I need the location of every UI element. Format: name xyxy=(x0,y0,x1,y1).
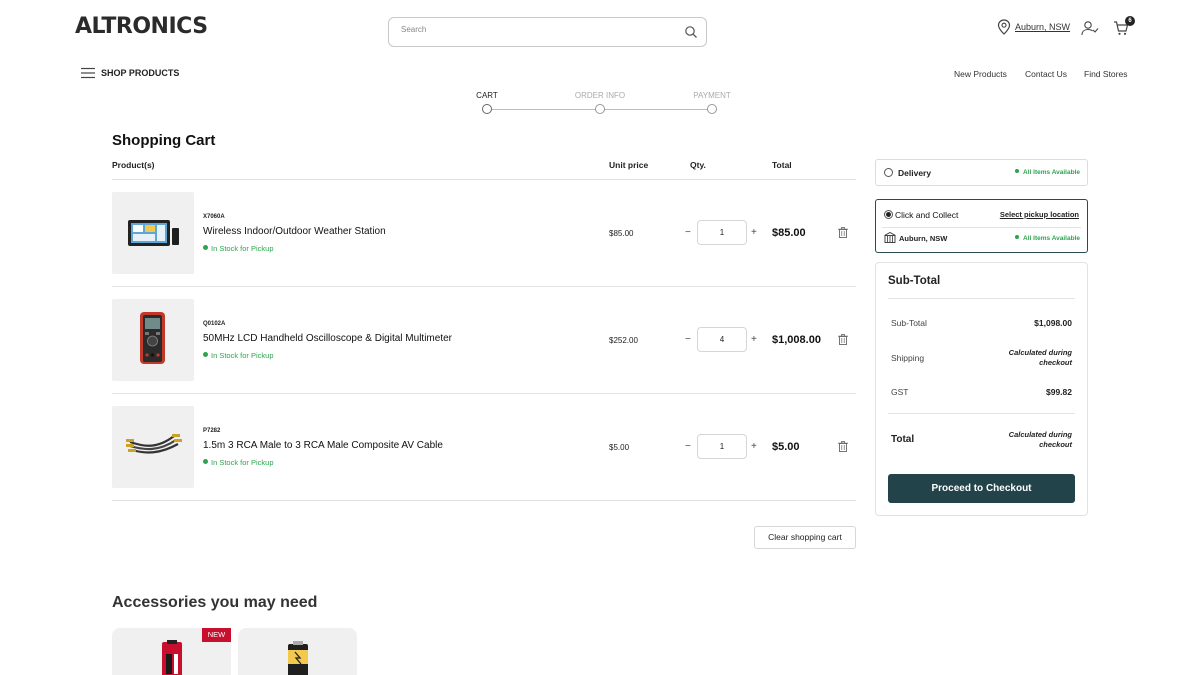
battery-image xyxy=(288,641,308,675)
step-payment-label: PAYMENT xyxy=(693,91,731,100)
delivery-radio[interactable] xyxy=(884,168,893,177)
account-icon[interactable] xyxy=(1081,20,1099,36)
quantity-input[interactable]: 1 xyxy=(697,434,747,459)
page-title: Shopping Cart xyxy=(112,132,216,149)
subtotal-label: Sub-Total xyxy=(891,318,927,328)
click-and-collect-radio[interactable] xyxy=(884,210,893,219)
product-sku: Q0102A xyxy=(203,321,226,327)
increase-quantity-button[interactable]: + xyxy=(751,334,757,345)
decrease-quantity-button[interactable]: − xyxy=(685,441,691,452)
step-payment-circle xyxy=(707,104,717,114)
line-total: $1,008.00 xyxy=(772,334,821,346)
pickup-store-name: Auburn, NSW xyxy=(899,234,948,243)
store-location-link[interactable]: Auburn, NSW xyxy=(1015,22,1070,32)
proceed-to-checkout-button[interactable]: Proceed to Checkout xyxy=(888,474,1075,503)
product-name-link[interactable]: 50MHz LCD Handheld Oscilloscope & Digita… xyxy=(203,333,452,344)
trash-icon[interactable] xyxy=(838,441,848,452)
nav-find-stores[interactable]: Find Stores xyxy=(1084,69,1127,79)
product-name-link[interactable]: Wireless Indoor/Outdoor Weather Station xyxy=(203,226,386,237)
nav-new-products[interactable]: New Products xyxy=(954,69,1007,79)
summary-divider xyxy=(888,298,1075,299)
search-input[interactable] xyxy=(401,25,661,34)
shop-products-menu[interactable]: SHOP PRODUCTS xyxy=(101,68,179,78)
line-total: $85.00 xyxy=(772,227,806,239)
summary-divider xyxy=(888,413,1075,414)
product-image-oscilloscope[interactable] xyxy=(112,299,194,381)
delivery-label: Delivery xyxy=(898,168,932,178)
click-and-collect-option[interactable]: Click and Collect Select pickup location… xyxy=(875,199,1088,253)
step-order-info-circle xyxy=(595,104,605,114)
stock-dot-icon xyxy=(203,352,208,357)
quantity-input[interactable]: 1 xyxy=(697,220,747,245)
step-cart-label: CART xyxy=(476,91,498,100)
hamburger-menu-icon[interactable] xyxy=(81,67,95,79)
row-divider xyxy=(112,286,856,287)
click-and-collect-label: Click and Collect xyxy=(895,210,959,220)
gst-label: GST xyxy=(891,387,909,397)
option-divider xyxy=(882,227,1081,228)
available-dot-icon xyxy=(1015,235,1020,239)
stock-status: In Stock for Pickup xyxy=(203,244,274,253)
total-label: Total xyxy=(891,434,915,445)
altronics-logo[interactable]: ALTRONICS xyxy=(75,14,208,39)
column-header-total: Total xyxy=(772,160,792,170)
shipping-value: Calculated during checkout xyxy=(1008,348,1072,367)
column-header-unit-price: Unit price xyxy=(609,160,649,170)
quantity-input[interactable]: 4 xyxy=(697,327,747,352)
cart-count-badge: 6 xyxy=(1125,16,1135,26)
row-divider xyxy=(112,500,856,501)
new-badge: NEW xyxy=(202,628,231,642)
oscilloscope-image xyxy=(140,312,165,364)
increase-quantity-button[interactable]: + xyxy=(751,441,757,452)
shipping-label: Shipping xyxy=(891,353,925,363)
search-box[interactable] xyxy=(388,17,707,47)
product-image-weather-station[interactable] xyxy=(112,192,194,274)
collect-availability: All Items Available xyxy=(1015,235,1080,242)
nav-contact-us[interactable]: Contact Us xyxy=(1025,69,1067,79)
step-order-info-label: ORDER INFO xyxy=(574,91,626,100)
table-divider xyxy=(112,179,856,180)
row-divider xyxy=(112,393,856,394)
decrease-quantity-button[interactable]: − xyxy=(685,334,691,345)
product-sku: P7282 xyxy=(203,428,221,434)
unit-price: $5.00 xyxy=(609,443,630,452)
step-cart-circle xyxy=(482,104,492,114)
increase-quantity-button[interactable]: + xyxy=(751,227,757,238)
location-pin-icon[interactable] xyxy=(997,19,1011,35)
unit-price: $252.00 xyxy=(609,336,638,345)
stock-dot-icon xyxy=(203,245,208,250)
accessories-heading: Accessories you may need xyxy=(112,594,318,611)
gst-value: $99.82 xyxy=(1046,387,1072,397)
product-name-link[interactable]: 1.5m 3 RCA Male to 3 RCA Male Composite … xyxy=(203,440,443,451)
trash-icon[interactable] xyxy=(838,227,848,238)
product-sku: X7060A xyxy=(203,214,225,220)
decrease-quantity-button[interactable]: − xyxy=(685,227,691,238)
rca-cable-image xyxy=(126,434,182,454)
available-dot-icon xyxy=(1015,169,1020,173)
store-icon xyxy=(884,232,896,243)
stock-status: In Stock for Pickup xyxy=(203,458,274,467)
weather-station-image xyxy=(128,220,179,246)
delivery-option[interactable]: Delivery All Items Available xyxy=(875,159,1088,186)
subtotal-value: $1,098.00 xyxy=(1034,318,1072,328)
stock-dot-icon xyxy=(203,459,208,464)
select-pickup-location-link[interactable]: Select pickup location xyxy=(1000,210,1079,219)
delivery-availability: All Items Available xyxy=(1015,169,1080,176)
unit-price: $85.00 xyxy=(609,229,634,238)
total-value: Calculated during checkout xyxy=(1008,430,1072,449)
accessory-card[interactable] xyxy=(238,628,357,675)
column-header-qty: Qty. xyxy=(690,160,706,170)
column-header-product: Product(s) xyxy=(112,160,155,170)
search-icon[interactable] xyxy=(684,25,698,39)
stock-status: In Stock for Pickup xyxy=(203,351,274,360)
clear-cart-button[interactable]: Clear shopping cart xyxy=(754,526,856,549)
trash-icon[interactable] xyxy=(838,334,848,345)
summary-title: Sub-Total xyxy=(888,275,941,287)
line-total: $5.00 xyxy=(772,441,800,453)
product-image-rca-cable[interactable] xyxy=(112,406,194,488)
